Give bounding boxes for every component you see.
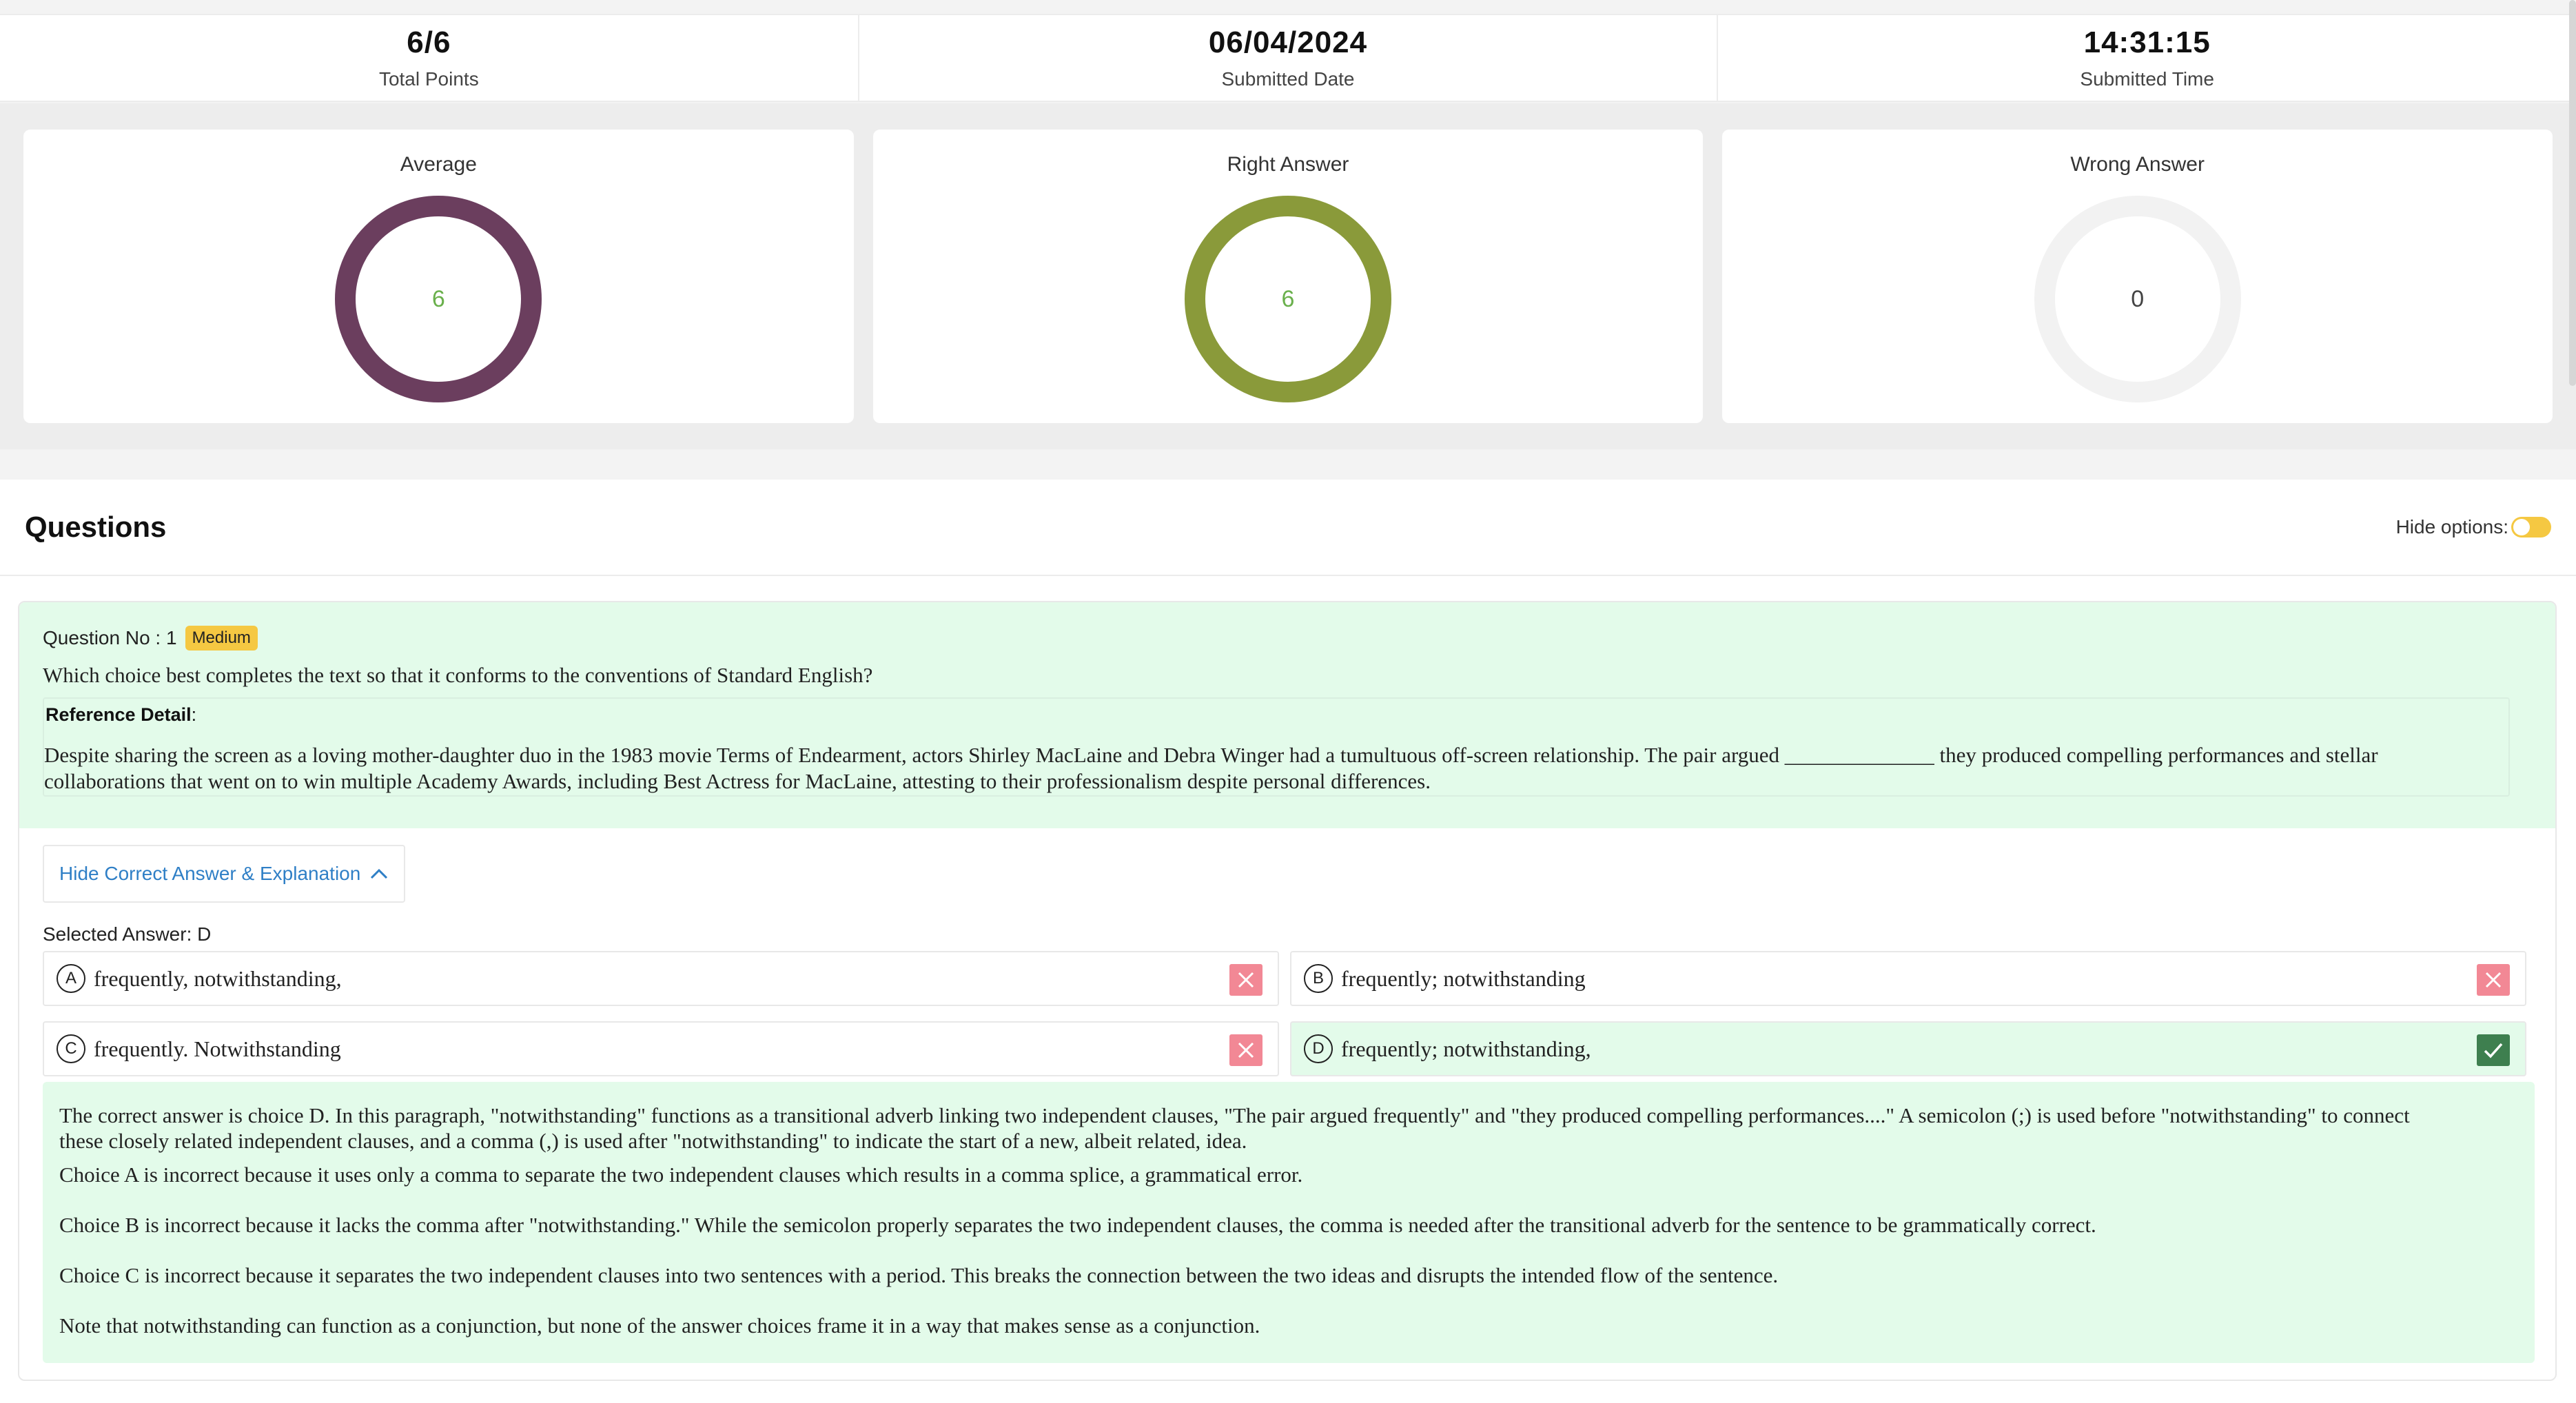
average-card: Average 6 bbox=[23, 130, 854, 423]
option-c[interactable]: C frequently. Notwithstanding bbox=[43, 1021, 1279, 1076]
option-d[interactable]: D frequently; notwithstanding, bbox=[1290, 1021, 2526, 1076]
wrong-mark-icon bbox=[2477, 964, 2510, 996]
wrong-answer-title: Wrong Answer bbox=[2070, 153, 2205, 176]
explanation-box: The correct answer is choice D. In this … bbox=[43, 1082, 2535, 1363]
question-card: Question No : 1 Medium Which choice best… bbox=[18, 601, 2557, 1381]
submitted-date-label: Submitted Date bbox=[1221, 68, 1355, 90]
wrong-answer-value: 0 bbox=[2131, 285, 2145, 312]
option-d-letter: D bbox=[1304, 1034, 1333, 1063]
wrong-answer-ring: 0 bbox=[2034, 196, 2241, 402]
option-c-letter: C bbox=[57, 1034, 85, 1063]
average-value: 6 bbox=[431, 285, 445, 312]
hide-options-toggle[interactable] bbox=[2511, 517, 2551, 537]
wrong-mark-icon bbox=[1229, 964, 1263, 996]
submitted-time-stat: 14:31:15 Submitted Time bbox=[1718, 15, 2576, 101]
total-points-stat: 6/6 Total Points bbox=[0, 15, 859, 101]
reference-colon: : bbox=[191, 704, 197, 725]
option-c-text: frequently. Notwithstanding bbox=[94, 1036, 341, 1061]
option-b[interactable]: B frequently; notwithstanding bbox=[1290, 951, 2526, 1006]
explanation-note: Note that notwithstanding can function a… bbox=[59, 1313, 1260, 1338]
toggle-knob bbox=[2513, 519, 2530, 535]
chevron-up-icon bbox=[370, 862, 388, 885]
check-mark-icon bbox=[2477, 1034, 2510, 1066]
submitted-date-stat: 06/04/2024 Submitted Date bbox=[859, 15, 1719, 101]
explanation-choice-c: Choice C is incorrect because it separat… bbox=[59, 1263, 1779, 1287]
option-d-text: frequently; notwithstanding, bbox=[1341, 1036, 1591, 1061]
right-answer-value: 6 bbox=[1281, 285, 1295, 312]
submission-stats: 6/6 Total Points 06/04/2024 Submitted Da… bbox=[0, 14, 2576, 102]
submitted-date-value: 06/04/2024 bbox=[1208, 25, 1368, 59]
average-ring: 6 bbox=[335, 196, 542, 402]
selected-answer: Selected Answer: D bbox=[43, 923, 212, 945]
average-title: Average bbox=[400, 153, 477, 176]
option-b-letter: B bbox=[1304, 964, 1333, 993]
question-text: Which choice best completes the text so … bbox=[43, 663, 873, 687]
hide-options-label: Hide options: bbox=[2395, 516, 2508, 537]
explanation-line-1: The correct answer is choice D. In this … bbox=[59, 1103, 2410, 1127]
reference-line-2: collaborations that went on to win multi… bbox=[44, 769, 1431, 793]
explanation-line-2: these closely related independent clause… bbox=[59, 1129, 1247, 1153]
questions-title: Questions bbox=[25, 511, 167, 543]
total-points-label: Total Points bbox=[378, 68, 479, 90]
wrong-mark-icon bbox=[1229, 1034, 1263, 1066]
submitted-time-label: Submitted Time bbox=[2080, 68, 2214, 90]
reference-detail-box: Reference Detail: Despite sharing the sc… bbox=[43, 697, 2510, 797]
right-answer-ring: 6 bbox=[1185, 196, 1391, 402]
option-a-text: frequently, notwithstanding, bbox=[94, 965, 342, 991]
explanation-choice-b: Choice B is incorrect because it lacks t… bbox=[59, 1213, 2096, 1237]
right-answer-title: Right Answer bbox=[1227, 153, 1349, 176]
hide-correct-answer-button[interactable]: Hide Correct Answer & Explanation bbox=[43, 845, 405, 903]
reference-text: Despite sharing the screen as a loving m… bbox=[44, 742, 2508, 795]
difficulty-badge: Medium bbox=[185, 626, 258, 651]
wrong-answer-card: Wrong Answer 0 bbox=[1722, 130, 2553, 423]
explanation-choice-a: Choice A is incorrect because it uses on… bbox=[59, 1163, 1303, 1187]
questions-panel: Questions Hide options: Question No : 1 … bbox=[0, 480, 2576, 1403]
reference-label-row: Reference Detail: bbox=[44, 704, 2508, 726]
option-a-letter: A bbox=[57, 964, 85, 993]
total-points-value: 6/6 bbox=[407, 25, 451, 59]
question-number-row: Question No : 1 Medium bbox=[43, 626, 2532, 651]
option-a[interactable]: A frequently, notwithstanding, bbox=[43, 951, 1279, 1006]
page-scrollbar[interactable] bbox=[2569, 0, 2576, 386]
questions-header: Questions Hide options: bbox=[0, 480, 2576, 576]
reference-line-1: Despite sharing the screen as a loving m… bbox=[44, 743, 2378, 767]
question-body: Question No : 1 Medium Which choice best… bbox=[19, 602, 2555, 828]
right-answer-card: Right Answer 6 bbox=[872, 130, 1704, 423]
hide-options-control: Hide options: bbox=[2396, 516, 2551, 538]
question-number: Question No : 1 bbox=[43, 627, 177, 648]
reference-label: Reference Detail bbox=[45, 704, 192, 725]
submitted-time-value: 14:31:15 bbox=[2083, 25, 2211, 59]
hide-correct-answer-label: Hide Correct Answer & Explanation bbox=[59, 863, 361, 884]
option-b-text: frequently; notwithstanding bbox=[1341, 965, 1586, 991]
score-charts: Average 6 Right Answer 6 Wrong Answer 0 bbox=[0, 103, 2576, 449]
